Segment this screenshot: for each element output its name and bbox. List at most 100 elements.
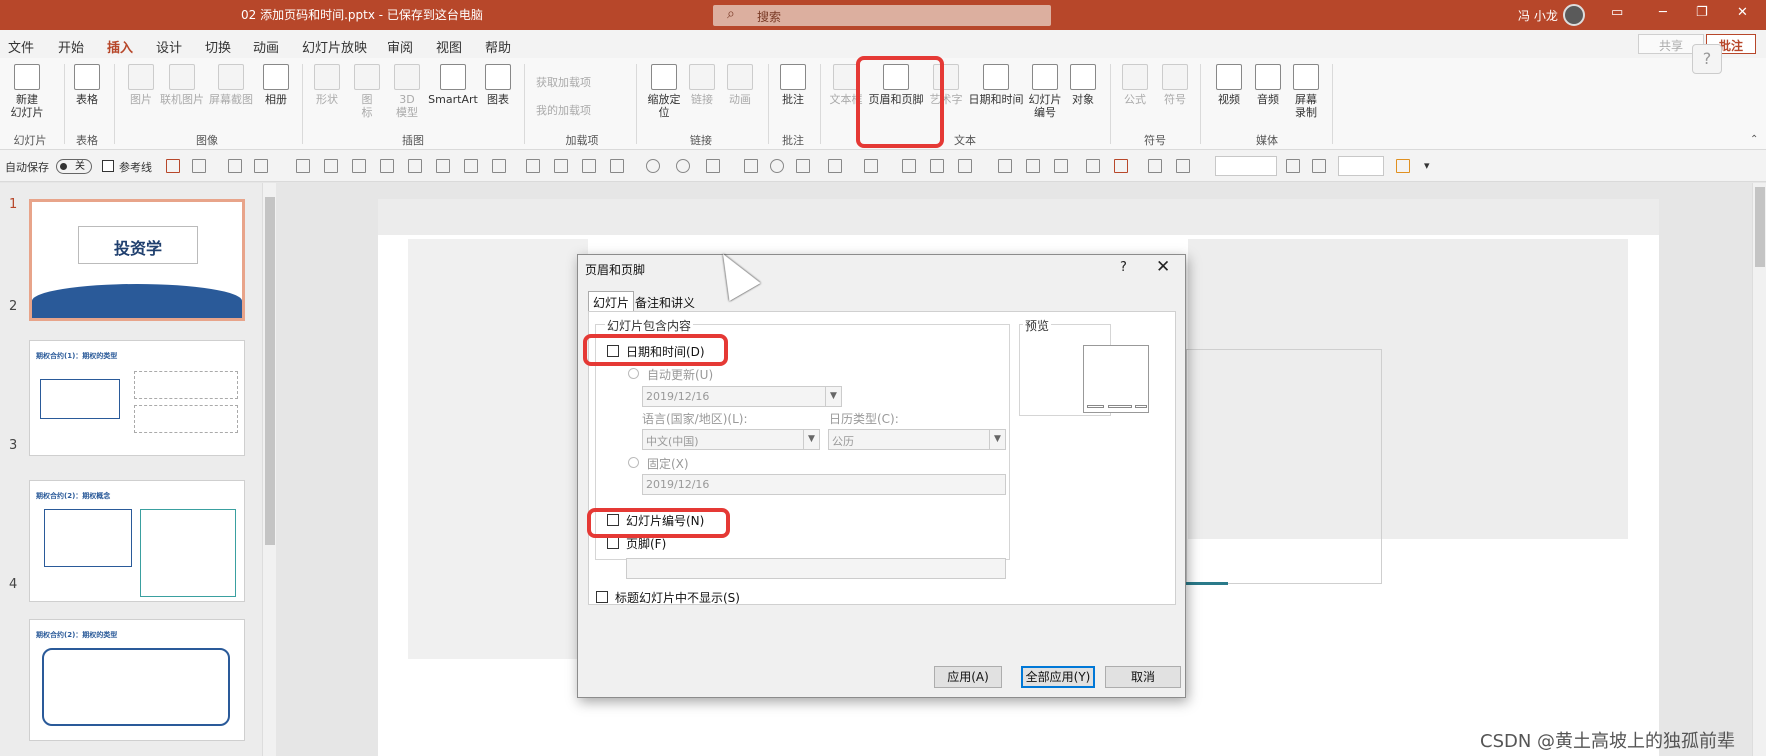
screenshot-button[interactable]: 屏幕截图 [208, 64, 254, 106]
save-icon[interactable] [166, 159, 180, 173]
align-center-icon[interactable] [436, 159, 450, 173]
tab-home[interactable]: 开始 [58, 37, 84, 56]
comment-button[interactable]: 批注 [778, 64, 808, 106]
collapse-ribbon-icon[interactable]: ⌃ [1750, 134, 1758, 145]
ribbon-display-options-icon[interactable]: ▭ [1611, 5, 1623, 20]
my-addins-button[interactable]: 我的加载项 [536, 102, 591, 118]
get-addins-button[interactable]: 获取加载项 [536, 74, 591, 90]
pen-icon[interactable] [1148, 159, 1162, 173]
new-slide-button[interactable]: 新建 幻灯片 [4, 64, 50, 119]
tab-transitions[interactable]: 切换 [205, 37, 231, 56]
customize-toolbar-icon[interactable]: ▾ [1424, 159, 1430, 172]
oval-icon[interactable] [770, 159, 784, 173]
table-button[interactable]: 表格 [70, 64, 104, 106]
smartart-button[interactable]: SmartArt [425, 64, 481, 106]
eyedropper-icon[interactable] [998, 159, 1012, 173]
dont-show-title-checkbox[interactable] [596, 591, 608, 603]
guides-checkbox[interactable] [102, 160, 114, 172]
align-middle-icon[interactable] [408, 159, 422, 173]
shape-outline-icon[interactable] [828, 159, 842, 173]
send-backward-icon[interactable] [610, 159, 624, 173]
bring-forward-icon[interactable] [582, 159, 596, 173]
align-left-icon[interactable] [352, 159, 366, 173]
symbol-button[interactable]: 符号 [1160, 64, 1190, 106]
tab-view[interactable]: 视图 [436, 37, 462, 56]
apply-button[interactable]: 应用(A) [934, 666, 1002, 688]
apply-all-button[interactable]: 全部应用(Y) [1021, 666, 1095, 688]
picture-icon[interactable] [930, 159, 944, 173]
video-button[interactable]: 视频 [1214, 64, 1244, 106]
action-button[interactable]: 动画 [726, 64, 754, 106]
tab-file[interactable]: 文件 [8, 37, 34, 56]
tab-slideshow[interactable]: 幻灯片放映 [302, 37, 367, 56]
user-name[interactable]: 冯 小龙 [1518, 7, 1558, 24]
calendar-type-select[interactable]: 公历 ▼ [828, 429, 1006, 450]
slide-number-button[interactable]: 幻灯片 编号 [1026, 64, 1064, 119]
scrollbar-thumb[interactable] [1755, 187, 1765, 267]
increase-font-size-icon[interactable] [1286, 159, 1300, 173]
rounded-rectangle-icon[interactable] [744, 159, 758, 173]
shape-style-icon[interactable] [1396, 159, 1410, 173]
chart-button[interactable]: 图表 [483, 64, 513, 106]
link-button[interactable]: 链接 [688, 64, 716, 106]
align-top-icon[interactable] [324, 159, 338, 173]
close-button[interactable]: ✕ [1737, 5, 1748, 20]
fixed-radio[interactable] [628, 457, 639, 468]
decrease-font-size-icon[interactable] [1312, 159, 1326, 173]
scrollbar-thumb[interactable] [265, 197, 275, 545]
online-picture-button[interactable]: 联机图片 [159, 64, 205, 106]
help-bubble-icon[interactable]: ? [1692, 44, 1722, 74]
font-name-select[interactable] [1215, 156, 1277, 176]
distribute-vertical-icon[interactable] [492, 159, 506, 173]
auto-update-radio[interactable] [628, 368, 639, 379]
autosave-toggle[interactable]: 关 [56, 159, 92, 174]
format-painter-icon[interactable] [864, 159, 878, 173]
slide-thumbnail-3[interactable]: 期权合约(2)：期权概念 [29, 480, 245, 602]
merge-shapes-icon[interactable] [646, 159, 660, 173]
restore-button[interactable]: ❐ [1696, 5, 1708, 20]
avatar[interactable] [1563, 4, 1585, 26]
align-right-icon[interactable] [380, 159, 394, 173]
tab-slide[interactable]: 幻灯片 [588, 291, 635, 311]
crop-icon[interactable] [902, 159, 916, 173]
pencil-icon[interactable] [1176, 159, 1190, 173]
shape-fill-icon[interactable] [796, 159, 810, 173]
object-button[interactable]: 对象 [1068, 64, 1098, 106]
date-time-button[interactable]: 日期和时间 [966, 64, 1026, 106]
help-icon[interactable]: ? [1120, 260, 1127, 275]
cancel-button[interactable]: 取消 [1105, 666, 1181, 688]
undo-icon[interactable] [192, 159, 206, 173]
tab-help[interactable]: 帮助 [485, 37, 511, 56]
shape-effects-icon[interactable] [676, 159, 690, 173]
rectangle-icon[interactable] [706, 159, 720, 173]
slide-thumbnail-4[interactable]: 期权合约(2)：期权的类型 [29, 619, 245, 741]
dialog-close-button[interactable]: ✕ [1156, 257, 1170, 277]
fixed-date-input[interactable]: 2019/12/16 [642, 474, 1006, 495]
album-button[interactable]: 相册 [261, 64, 291, 106]
canvas-scrollbar[interactable] [1752, 183, 1766, 756]
minimize-button[interactable]: ─ [1659, 5, 1667, 20]
slide-thumbnail-2[interactable]: 期权合约(1)：期权的类型 [29, 340, 245, 456]
tab-design[interactable]: 设计 [156, 37, 182, 56]
eyedropper-outline-icon[interactable] [1026, 159, 1040, 173]
3d-models-button[interactable]: 3D 模型 [392, 64, 422, 119]
footer-checkbox[interactable] [607, 537, 619, 549]
group-icon[interactable] [526, 159, 540, 173]
close-window-icon[interactable] [254, 159, 268, 173]
thumbnails-scrollbar[interactable] [262, 183, 276, 756]
slide-thumbnail-1[interactable]: 投资学 [29, 199, 245, 321]
align-bottom-icon[interactable] [296, 159, 310, 173]
auto-date-select[interactable]: 2019/12/16 ▼ [642, 386, 842, 407]
zoom-button[interactable]: 缩放定 位 [644, 64, 684, 119]
equation-button[interactable]: 公式 [1120, 64, 1150, 106]
textbox-small-icon[interactable] [1086, 159, 1100, 173]
language-select[interactable]: 中文(中国) ▼ [642, 429, 820, 450]
ungroup-icon[interactable] [554, 159, 568, 173]
tab-notes-handouts[interactable]: 备注和讲义 [635, 294, 695, 311]
window-icon[interactable] [228, 159, 242, 173]
tab-review[interactable]: 审阅 [387, 37, 413, 56]
compress-picture-icon[interactable] [958, 159, 972, 173]
screen-recording-button[interactable]: 屏幕 录制 [1291, 64, 1321, 119]
distribute-horizontal-icon[interactable] [464, 159, 478, 173]
picture-button[interactable]: 图片 [124, 64, 158, 106]
